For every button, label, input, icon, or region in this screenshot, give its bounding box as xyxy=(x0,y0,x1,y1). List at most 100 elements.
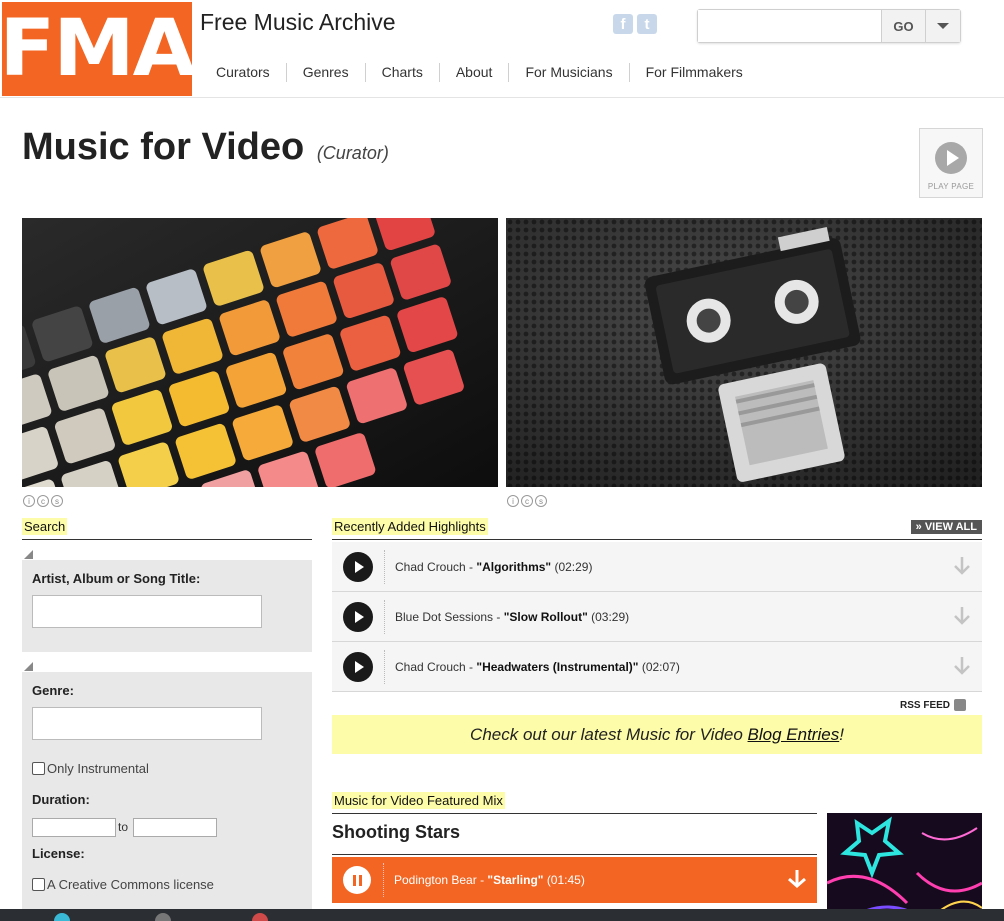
pause-icon[interactable] xyxy=(343,866,371,894)
track-row: Chad Crouch - "Algorithms" (02:29) xyxy=(332,542,982,592)
divider xyxy=(332,854,817,855)
search-section-header: Search xyxy=(22,518,312,540)
track-duration: (03:29) xyxy=(591,609,630,624)
genre-input[interactable] xyxy=(32,707,262,740)
nav-about[interactable]: About xyxy=(438,63,509,82)
instrumental-label: Only Instrumental xyxy=(47,761,149,776)
nav-for-musicians[interactable]: For Musicians xyxy=(508,63,628,82)
track-title[interactable]: "Algorithms" xyxy=(476,560,551,574)
nav-genres[interactable]: Genres xyxy=(285,63,365,82)
rss-label: RSS FEED xyxy=(900,699,951,711)
download-icon[interactable] xyxy=(787,869,807,889)
track-title[interactable]: "Headwaters (Instrumental)" xyxy=(476,660,638,674)
track-info: Chad Crouch - "Headwaters (Instrumental)… xyxy=(395,659,680,674)
mix-title[interactable]: Shooting Stars xyxy=(332,822,460,843)
taskbar-app-icon[interactable] xyxy=(252,913,268,921)
main-nav: Curators Genres Charts About For Musicia… xyxy=(200,63,759,82)
blog-entries-link[interactable]: Blog Entries xyxy=(748,725,840,745)
view-all-button[interactable]: » VIEW ALL xyxy=(910,520,982,534)
site-title[interactable]: Free Music Archive xyxy=(200,9,396,36)
info-icon: i xyxy=(507,495,519,507)
nav-charts[interactable]: Charts xyxy=(364,63,439,82)
facebook-icon[interactable]: f xyxy=(613,14,633,34)
search-heading: Search xyxy=(22,518,68,535)
download-icon[interactable] xyxy=(953,656,971,676)
license-badges-left[interactable]: ics xyxy=(23,495,63,507)
search-input[interactable] xyxy=(698,10,881,42)
search-filters-panel: Genre: Only Instrumental Duration: to Li… xyxy=(22,672,312,921)
mix-cover-image[interactable] xyxy=(827,813,982,921)
checkbox-box[interactable] xyxy=(32,878,45,891)
nav-curators[interactable]: Curators xyxy=(200,63,286,82)
play-page-label: PLAY PAGE xyxy=(927,182,975,191)
cc-license-checkbox[interactable]: A Creative Commons license xyxy=(32,877,214,892)
site-header: FMA Free Music Archive f t GO Curators G… xyxy=(0,0,1004,98)
cc-icon: c xyxy=(521,495,533,507)
cc-license-label: A Creative Commons license xyxy=(47,877,214,892)
genre-label: Genre: xyxy=(32,683,74,698)
cassette-robot-photo xyxy=(506,218,982,487)
divider xyxy=(384,599,385,634)
fma-logo[interactable]: FMA xyxy=(0,2,196,96)
site-search: GO xyxy=(697,9,961,43)
artist-album-song-input[interactable] xyxy=(32,595,262,628)
cc-icon: c xyxy=(37,495,49,507)
instrumental-checkbox[interactable]: Only Instrumental xyxy=(32,761,149,776)
checkbox-box[interactable] xyxy=(32,762,45,775)
sharealike-icon: s xyxy=(535,495,547,507)
download-icon[interactable] xyxy=(953,606,971,626)
divider xyxy=(384,649,385,684)
play-icon[interactable] xyxy=(343,551,373,582)
sharealike-icon: s xyxy=(51,495,63,507)
collapse-triangle-icon[interactable] xyxy=(24,550,33,559)
info-icon: i xyxy=(23,495,35,507)
track-info: Podington Bear - "Starling" (01:45) xyxy=(394,873,585,887)
keyboard-photo xyxy=(22,218,498,487)
rss-icon xyxy=(954,699,967,711)
license-label: License: xyxy=(32,846,85,861)
highlights-heading: Recently Added Highlights xyxy=(332,518,488,535)
license-badges-right[interactable]: ics xyxy=(507,495,547,507)
taskbar-app-icon[interactable] xyxy=(54,913,70,921)
taskbar-app-icon[interactable] xyxy=(155,913,171,921)
track-artist[interactable]: Chad Crouch xyxy=(395,660,466,674)
divider xyxy=(384,549,385,584)
page-title-text: Music for Video xyxy=(22,126,305,168)
search-text-panel: Artist, Album or Song Title: xyxy=(22,560,312,652)
track-title[interactable]: "Slow Rollout" xyxy=(504,610,588,624)
page-subtitle: (Curator) xyxy=(316,143,389,163)
duration-from-input[interactable] xyxy=(32,818,116,837)
download-icon[interactable] xyxy=(953,556,971,576)
duration-to-label: to xyxy=(118,820,129,834)
track-info: Blue Dot Sessions - "Slow Rollout" (03:2… xyxy=(395,609,630,624)
track-info: Chad Crouch - "Algorithms" (02:29) xyxy=(395,559,593,574)
duration-to-input[interactable] xyxy=(133,818,217,837)
search-go-button[interactable]: GO xyxy=(881,10,925,42)
track-duration: (01:45) xyxy=(546,873,585,887)
collapse-triangle-icon[interactable] xyxy=(24,662,33,671)
featured-mix-section-header: Music for Video Featured Mix xyxy=(332,792,817,814)
nav-for-filmmakers[interactable]: For Filmmakers xyxy=(628,63,759,82)
play-icon[interactable] xyxy=(343,651,373,682)
artist-album-song-label: Artist, Album or Song Title: xyxy=(32,571,201,586)
divider xyxy=(383,863,384,897)
logo-text: FMA xyxy=(0,4,196,94)
duration-label: Duration: xyxy=(32,792,90,807)
play-icon[interactable] xyxy=(343,601,373,632)
play-page-button[interactable]: PLAY PAGE xyxy=(919,128,983,198)
chevron-down-icon xyxy=(937,23,949,29)
twitter-icon[interactable]: t xyxy=(637,14,657,34)
rss-feed-link[interactable]: RSS FEED xyxy=(900,699,967,711)
track-duration: (02:07) xyxy=(641,659,680,674)
mix-track-row: Podington Bear - "Starling" (01:45) xyxy=(332,857,817,903)
page-title: Music for Video (Curator) xyxy=(22,126,389,169)
track-row: Blue Dot Sessions - "Slow Rollout" (03:2… xyxy=(332,592,982,642)
highlights-section-header: Recently Added Highlights » VIEW ALL xyxy=(332,518,982,540)
social-links: f t xyxy=(613,14,657,34)
track-artist[interactable]: Podington Bear xyxy=(394,873,477,887)
track-artist[interactable]: Chad Crouch xyxy=(395,560,466,574)
track-title[interactable]: "Starling" xyxy=(487,873,543,887)
track-artist[interactable]: Blue Dot Sessions xyxy=(395,610,493,624)
featured-mix-heading: Music for Video Featured Mix xyxy=(332,792,505,809)
search-options-dropdown[interactable] xyxy=(925,10,960,42)
